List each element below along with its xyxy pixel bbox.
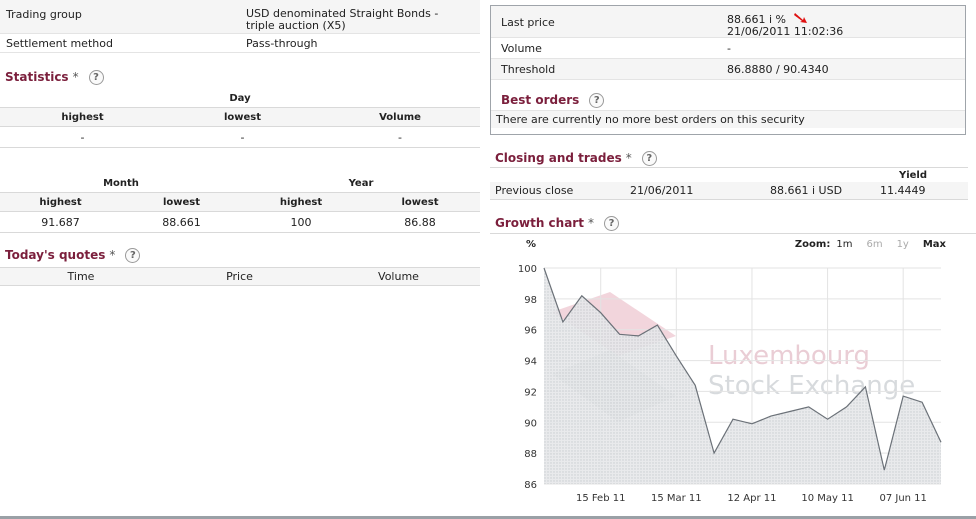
- settlement-value: Pass-through: [246, 36, 318, 50]
- volume-value: -: [727, 41, 731, 55]
- best-orders-message: There are currently no more best orders …: [491, 110, 965, 128]
- closing-title: Closing and trades * ?: [490, 148, 657, 168]
- last-price-value-cell: 88.661 i % 21/06/2011 11:02:36: [727, 12, 965, 38]
- last-price-time: 21/06/2011 11:02:36: [727, 25, 844, 38]
- month-year-header-row: Month Year: [0, 174, 480, 193]
- best-orders-title: Best orders ?: [491, 90, 965, 110]
- statistics-title: Statistics * ?: [0, 67, 480, 87]
- day-col-lowest: lowest: [223, 111, 262, 123]
- best-orders-title-text: Best orders: [501, 93, 580, 107]
- prev-close-date: 21/06/2011: [630, 184, 694, 197]
- y-tick-label: 92: [524, 387, 537, 398]
- quotes-col-time: Time: [67, 270, 95, 283]
- growth-title: Growth chart * ?: [490, 213, 619, 233]
- settlement-label: Settlement method: [6, 36, 113, 50]
- watermark-line2: Stock Exchange: [708, 371, 915, 401]
- month-col-highest: highest: [39, 196, 82, 208]
- month-year-columns-row: highest lowest highest lowest: [0, 193, 480, 212]
- last-price-label: Last price: [501, 16, 555, 29]
- watermark-line1: Luxembourg: [708, 341, 870, 371]
- down-arrow-icon: [793, 13, 807, 23]
- y-tick-label: 88: [524, 449, 537, 460]
- growth-chart: % Zoom: 1m 6m 1y Max Luxembourg Stock Ex…: [490, 233, 976, 516]
- y-tick-label: 98: [524, 295, 537, 306]
- volume-row: Volume -: [491, 38, 965, 59]
- month-label: Month: [103, 177, 139, 189]
- day-val-lowest: -: [240, 130, 245, 144]
- day-col-highest: highest: [61, 111, 104, 123]
- x-tick-label: 07 Jun 11: [879, 493, 926, 504]
- month-val-lowest: 88.661: [162, 215, 201, 229]
- security-details-panel: Trading group USD denominated Straight B…: [0, 0, 480, 519]
- y-tick-label: 90: [524, 418, 537, 429]
- closing-table: Yield Previous close 21/06/2011 88.661 i…: [490, 167, 968, 200]
- y-tick-label: 94: [524, 357, 537, 368]
- trading-group-value-line2: triple auction (X5): [246, 19, 346, 32]
- statistics-star: *: [72, 70, 79, 84]
- year-col-lowest: lowest: [401, 196, 439, 208]
- closing-header-row: Yield: [490, 168, 968, 182]
- threshold-row: Threshold 86.8880 / 90.4340: [491, 59, 965, 80]
- day-columns-row: highest lowest Volume: [0, 108, 480, 127]
- day-header-row: Day: [0, 89, 480, 108]
- last-price-box: Last price 88.661 i % 21/06/2011 11:02:3…: [490, 5, 966, 135]
- year-val-highest: 100: [290, 215, 312, 229]
- closing-help-icon[interactable]: ?: [641, 150, 657, 166]
- trading-group-label: Trading group: [6, 8, 82, 21]
- closing-star: *: [625, 151, 632, 165]
- quotes-star: *: [109, 248, 116, 262]
- day-val-highest: -: [80, 130, 85, 144]
- price-panel: Last price 88.661 i % 21/06/2011 11:02:3…: [490, 0, 976, 519]
- settlement-row: Settlement method Pass-through: [0, 34, 480, 53]
- prev-close-yield: 11.4449: [880, 184, 926, 197]
- statistics-help-icon[interactable]: ?: [88, 69, 104, 85]
- yield-header: Yield: [898, 169, 928, 181]
- year-val-lowest: 86.88: [404, 215, 436, 229]
- last-price-value-line: 88.661 i %: [727, 12, 965, 26]
- y-tick-label: 100: [518, 264, 537, 275]
- year-label: Year: [348, 177, 374, 189]
- month-val-highest: 91.687: [41, 215, 80, 229]
- statistics-title-text: Statistics: [5, 70, 69, 84]
- x-tick-label: 15 Feb 11: [576, 493, 626, 504]
- day-values-row: - - -: [0, 127, 480, 148]
- x-tick-label: 12 Apr 11: [727, 493, 776, 504]
- growth-help-icon[interactable]: ?: [603, 215, 619, 231]
- quotes-header-row: Time Price Volume: [0, 267, 480, 286]
- quotes-title: Today's quotes * ?: [0, 245, 480, 265]
- month-col-lowest: lowest: [162, 196, 201, 208]
- best-orders-help-icon[interactable]: ?: [589, 92, 605, 108]
- y-tick-label: 86: [524, 480, 537, 491]
- growth-title-text: Growth chart: [495, 216, 584, 230]
- trading-group-row: Trading group USD denominated Straight B…: [0, 0, 480, 34]
- prev-close-label: Previous close: [495, 184, 574, 197]
- quotes-col-volume: Volume: [378, 270, 419, 283]
- y-tick-label: 96: [524, 326, 537, 337]
- x-tick-label: 15 Mar 11: [651, 493, 702, 504]
- day-val-volume: -: [398, 130, 402, 144]
- volume-label: Volume: [501, 41, 542, 55]
- previous-close-row: Previous close 21/06/2011 88.661 i USD 1…: [490, 182, 968, 200]
- x-tick-label: 10 May 11: [801, 493, 853, 504]
- day-col-volume: Volume: [379, 111, 421, 123]
- growth-star: *: [587, 216, 594, 230]
- year-col-highest: highest: [279, 196, 323, 208]
- threshold-label: Threshold: [501, 62, 556, 76]
- quotes-title-text: Today's quotes: [5, 248, 106, 262]
- day-label: Day: [229, 92, 251, 104]
- prev-close-price: 88.661 i USD: [770, 184, 843, 197]
- quotes-col-price: Price: [226, 270, 253, 283]
- last-price-row: Last price 88.661 i % 21/06/2011 11:02:3…: [491, 6, 965, 38]
- growth-chart-svg: Luxembourg Stock Exchange 86 88 90 92 94 96 98…: [518, 264, 942, 504]
- month-year-values-row: 91.687 88.661 100 86.88: [0, 212, 480, 233]
- closing-title-text: Closing and trades: [495, 151, 622, 165]
- threshold-value: 86.8880 / 90.4340: [727, 62, 829, 76]
- trading-group-value: USD denominated Straight Bonds - triple …: [240, 8, 480, 32]
- quotes-help-icon[interactable]: ?: [125, 247, 141, 263]
